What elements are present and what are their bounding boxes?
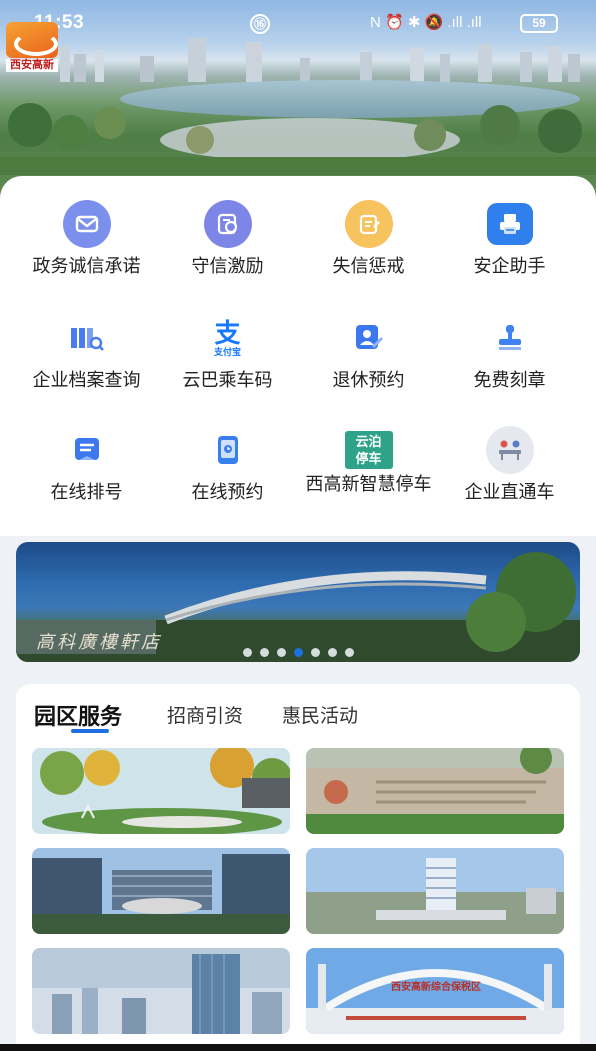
tab-investment[interactable]: 招商引资 — [167, 701, 243, 728]
service-label: 西高新智慧停车 — [305, 474, 432, 494]
tablet-icon — [204, 426, 252, 474]
parking-logo-icon: 云泊 停车 — [344, 426, 393, 474]
logo-mark-icon — [6, 22, 58, 58]
park-garden-photo[interactable] — [32, 748, 290, 834]
service-item-integrity-commitment[interactable]: 政务诚信承诺 — [12, 200, 161, 310]
service-item-free-seal[interactable]: 免费刻章 — [435, 314, 584, 424]
service-label: 企业档案查询 — [32, 370, 141, 390]
stamp-icon — [486, 314, 534, 362]
parking-badge-line2: 停车 — [355, 451, 382, 466]
envelope-icon — [62, 200, 111, 248]
services-panel: 政务诚信承诺 守信激励 失信惩戒 安企助手 企业档案查询 支 支付宝 云巴乘车码 — [0, 176, 596, 536]
service-item-archive-query[interactable]: 企业档案查询 — [12, 314, 161, 424]
retire-profile-icon — [345, 314, 393, 362]
app-logo: 西安高新 — [6, 22, 58, 72]
logo-text: 西安高新 — [6, 59, 58, 72]
active-tab-indicator — [71, 729, 109, 733]
park-services-card: 园区服务 招商引资 惠民活动 西安高新综合保税区 — [16, 684, 580, 1051]
carousel-dot[interactable] — [310, 648, 320, 657]
service-item-retirement-booking[interactable]: 退休预约 — [294, 314, 443, 424]
tab-park-services[interactable]: 园区服务 — [34, 699, 122, 731]
parking-badge-line1: 云泊 — [355, 434, 382, 449]
alipay-icon: 支 支付宝 — [213, 318, 241, 357]
ticket-icon — [63, 426, 111, 474]
service-label: 在线排号 — [50, 482, 123, 502]
carousel-dots — [16, 648, 580, 657]
document-edit-icon — [344, 200, 393, 248]
service-label: 云巴乘车码 — [182, 370, 273, 390]
tab-public-activities[interactable]: 惠民活动 — [282, 701, 358, 728]
arch-bridge-photo[interactable]: 西安高新综合保税区 — [306, 948, 564, 1034]
system-nav-bar — [0, 1044, 596, 1051]
service-label: 守信激励 — [191, 256, 264, 276]
status-icons: N ⏰ ✱ 🔕 .ıll .ıll — [370, 14, 482, 31]
tower-aerial-photo[interactable] — [306, 848, 564, 934]
service-label: 在线预约 — [191, 482, 264, 502]
service-label: 安企助手 — [473, 256, 546, 276]
skyscraper-photo[interactable] — [32, 948, 290, 1034]
service-item-enterprise-express[interactable]: 企业直通车 — [435, 426, 584, 536]
carousel-dot[interactable] — [276, 648, 286, 657]
alipay-caption: 支付宝 — [213, 347, 241, 357]
service-label: 退休预约 — [332, 370, 405, 390]
carousel-dot[interactable] — [344, 648, 354, 657]
trees — [0, 103, 596, 175]
service-item-bus-code[interactable]: 支 支付宝 云巴乘车码 — [153, 314, 302, 424]
glass-campus-photo[interactable] — [32, 848, 290, 934]
service-item-online-queue[interactable]: 在线排号 — [12, 426, 161, 536]
printer-icon — [486, 203, 533, 245]
service-item-smart-parking[interactable]: 云泊 停车 西高新智慧停车 — [294, 426, 443, 536]
status-badge: ⑯ — [250, 14, 270, 34]
status-bar: 11:53 ⑯ N ⏰ ✱ 🔕 .ıll .ıll 59 — [0, 8, 596, 38]
promo-banner[interactable]: 高科廣樓軒店 — [16, 542, 580, 662]
service-label: 企业直通车 — [464, 482, 555, 502]
service-label: 免费刻章 — [473, 370, 546, 390]
stone-wall-photo[interactable] — [306, 748, 564, 834]
service-item-trust-incentive[interactable]: 守信激励 — [153, 200, 302, 310]
battery-icon: 59 — [520, 14, 558, 33]
service-label: 政务诚信承诺 — [32, 256, 141, 276]
certificate-icon — [203, 200, 252, 248]
service-item-enterprise-assistant[interactable]: 安企助手 — [435, 200, 584, 310]
service-item-dishonesty-punishment[interactable]: 失信惩戒 — [294, 200, 443, 310]
carousel-dot[interactable] — [242, 648, 252, 657]
carousel-dot-active[interactable] — [293, 648, 303, 657]
archive-search-icon — [63, 314, 111, 362]
bridge-sign-text: 西安高新综合保税区 — [391, 982, 481, 993]
meeting-icon — [485, 426, 534, 474]
carousel-dot[interactable] — [259, 648, 269, 657]
carousel-dot[interactable] — [327, 648, 337, 657]
service-item-online-booking[interactable]: 在线预约 — [153, 426, 302, 536]
service-label: 失信惩戒 — [332, 256, 405, 276]
